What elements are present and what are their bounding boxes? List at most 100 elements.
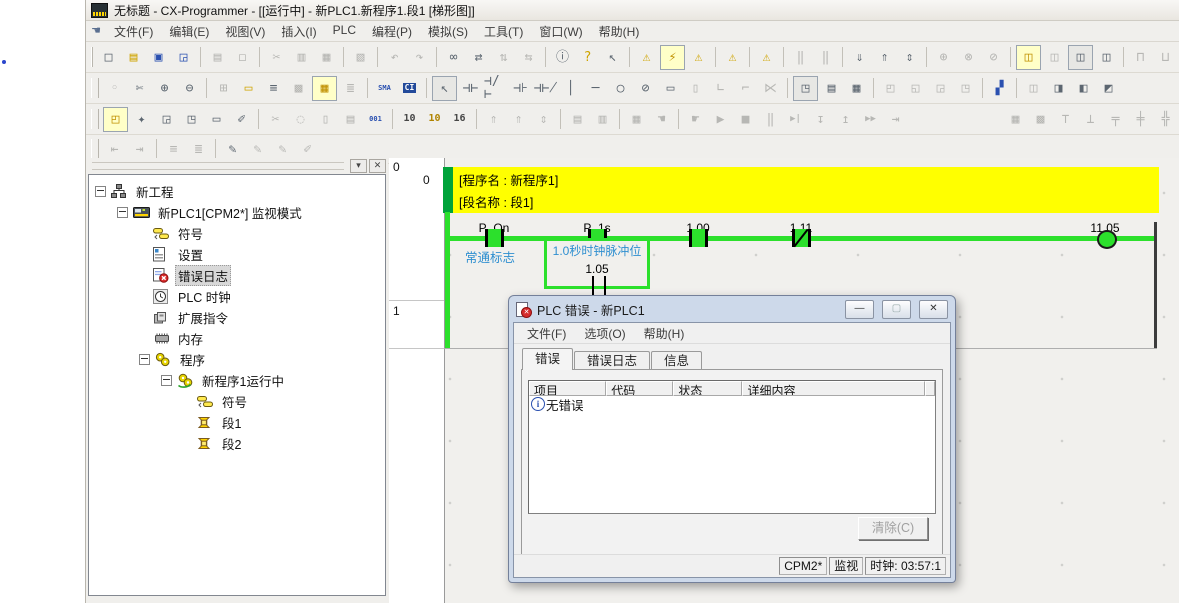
new-coil-button[interactable]: ○ [609,77,632,100]
title-bar[interactable]: 无标题 - CX-Programmer - [[运行中] - 新PLC1.新程序… [86,0,1179,21]
monitor-view-button[interactable]: ◫ [1016,45,1041,70]
menu-item-6[interactable]: 模拟(S) [420,21,476,42]
io-comment-view-button[interactable]: ◌ [289,108,312,131]
stop-simulator-button[interactable]: ■ [734,108,757,131]
paste-button[interactable]: ▦ [315,46,338,69]
calendar-watch-button[interactable]: ▦ [845,77,868,100]
expand-toggle-plc[interactable] [117,207,128,218]
online-edit-retrieve-button[interactable]: ▦ [625,108,648,131]
clear-button[interactable]: 清除(C) [858,517,928,540]
toolbar-grip[interactable] [91,47,93,67]
tree-item-plc[interactable]: 新PLC1[CPM2*] 监视模式 [89,202,385,223]
contact-1-00[interactable] [689,229,708,247]
contact-p-on[interactable] [485,229,504,247]
rung-comment-view-button[interactable]: ▯ [314,108,337,131]
pause-button[interactable]: ‖ [814,46,837,69]
child-window-icon[interactable]: ☚ [88,24,104,38]
binary-display-button[interactable]: 001 [364,108,387,131]
compile-all-programs-button[interactable]: ⚠ [687,46,710,69]
tree-item-error-log[interactable]: 错误日志 [89,265,385,286]
tree-item-program1[interactable]: 新程序1运行中 [89,370,385,391]
step-run-button[interactable]: ▶| [784,108,807,131]
new-closed-contact-button[interactable]: ⊣/⊢ [484,77,507,100]
copy-button[interactable]: ▥ [290,46,313,69]
tab-2[interactable]: 信息 [651,351,702,370]
address-incremental-copy-button[interactable]: ▞ [988,77,1011,100]
show-comments-button[interactable]: ▭ [237,77,260,100]
go-to-jump-point-button[interactable]: ⇕ [532,108,555,131]
expand-toggle-project[interactable] [95,186,106,197]
download-button[interactable]: ⇓ [848,46,871,69]
symbol-lookup-button[interactable]: ✂ [264,108,287,131]
popup-window-button[interactable]: ▭ [205,108,228,131]
window-monitor-disabled-button[interactable]: ◫ [1022,77,1045,100]
hand-release-button[interactable]: ☛ [684,108,707,131]
upload-button[interactable]: ⇑ [873,46,896,69]
properties-window-button[interactable]: ✐ [230,108,253,131]
ladder-information-button[interactable]: CI [398,77,421,100]
monitor-display-2-button[interactable]: ▩ [1029,108,1052,131]
wrap-rungs-button[interactable]: ▩ [287,77,310,100]
tree-item-memory[interactable]: 内存 [89,328,385,349]
new-contact-button[interactable]: ⊣⊢ [459,77,482,100]
work-online-button[interactable]: ⚡ [660,45,685,70]
force-reset-display-button[interactable]: ⊥ [1079,108,1102,131]
online-edit-cancel-button[interactable]: ▥ [591,108,614,131]
zoom-in-button[interactable]: ⊕ [153,77,176,100]
pane-close-button[interactable]: ✕ [369,159,386,173]
show-hierarchy-button[interactable]: ≣ [339,77,362,100]
paste-z-button[interactable]: ◰ [879,77,902,100]
tree-item-project[interactable]: 新工程 [89,181,385,202]
expand-toggle-program1[interactable] [161,375,172,386]
new-or-contact-button[interactable]: ⊣⊦ [509,77,532,100]
save-button[interactable]: ▣ [147,46,170,69]
cut-button[interactable]: ✂ [265,46,288,69]
show-program-monitor-button[interactable]: ◳ [793,76,818,101]
instruction-list-view-button[interactable]: ▤ [339,108,362,131]
menu-item-9[interactable]: 帮助(H) [591,21,648,42]
differential-both-display-button[interactable]: ╬ [1154,108,1177,131]
expand-toggle-programs[interactable] [139,354,150,365]
hex-display-button[interactable]: 16 [448,108,471,131]
pane-grip[interactable] [92,162,344,170]
monitor-in-rung-button[interactable]: ▦ [312,76,337,101]
paste-x-button[interactable]: ◱ [904,77,927,100]
zoom-out-button[interactable]: ⊖ [178,77,201,100]
compile-program-button[interactable]: ⚠ [635,46,658,69]
menu-item-1[interactable]: 编辑(E) [161,21,217,42]
transfer-to-plc-button[interactable]: ⚠ [721,46,744,69]
compare-with-plc-button[interactable]: ⇕ [898,46,921,69]
pause-simulator-button[interactable]: ‖ [759,108,782,131]
transfer-from-plc-button[interactable]: ⚠ [755,46,778,69]
new-reset-button[interactable]: ∟ [709,77,732,100]
find-button[interactable]: ∞ [442,46,465,69]
run-simulator-button[interactable]: ▶ [709,108,732,131]
dialog-title-bar[interactable]: ✕ PLC 错误 - 新PLC1 — ▢ ✕ [509,296,955,322]
time-chart-monitor-button[interactable]: ⊔ [1154,46,1177,69]
change-all-button[interactable]: ⇅ [492,46,515,69]
dialog-menu-item-2[interactable]: 帮助(H) [635,323,694,344]
force-set-display-button[interactable]: ⊤ [1054,108,1077,131]
zoom-to-fit-button[interactable]: ✄ [128,77,151,100]
open-file-button[interactable]: ▤ [122,46,145,69]
new-file-button[interactable]: □ [97,46,120,69]
help-topics-button[interactable]: ? [576,46,599,69]
window-z-button[interactable]: ◨ [1047,77,1070,100]
pause-monitoring-button[interactable]: ‖ [789,46,812,69]
menu-item-7[interactable]: 工具(T) [476,21,531,42]
contact-1-11-closed[interactable] [792,229,811,247]
tree-item-section1[interactable]: 段1 [89,412,385,433]
signed-decimal-display-button[interactable]: 10 [423,108,446,131]
paste-box-button[interactable]: ◳ [954,77,977,100]
toolbar-grip[interactable] [91,139,99,159]
tree-item-program1-symbols[interactable]: 符号 [89,391,385,412]
pause-with-hand-button[interactable]: ☚ [650,108,673,131]
tree-item-settings[interactable]: 设置 [89,244,385,265]
watch-view-button[interactable]: ◫ [1068,45,1093,70]
coil-11-05[interactable] [1097,230,1117,249]
delete-selection-button[interactable]: ⋉ [759,77,782,100]
column-header-3[interactable]: 详细内容 [742,381,925,396]
pane-dropdown-button[interactable]: ▾ [350,159,367,173]
cross-reference-report-button[interactable]: ◲ [155,108,178,131]
monitor-pause-view-button[interactable]: ◫ [1043,46,1066,69]
